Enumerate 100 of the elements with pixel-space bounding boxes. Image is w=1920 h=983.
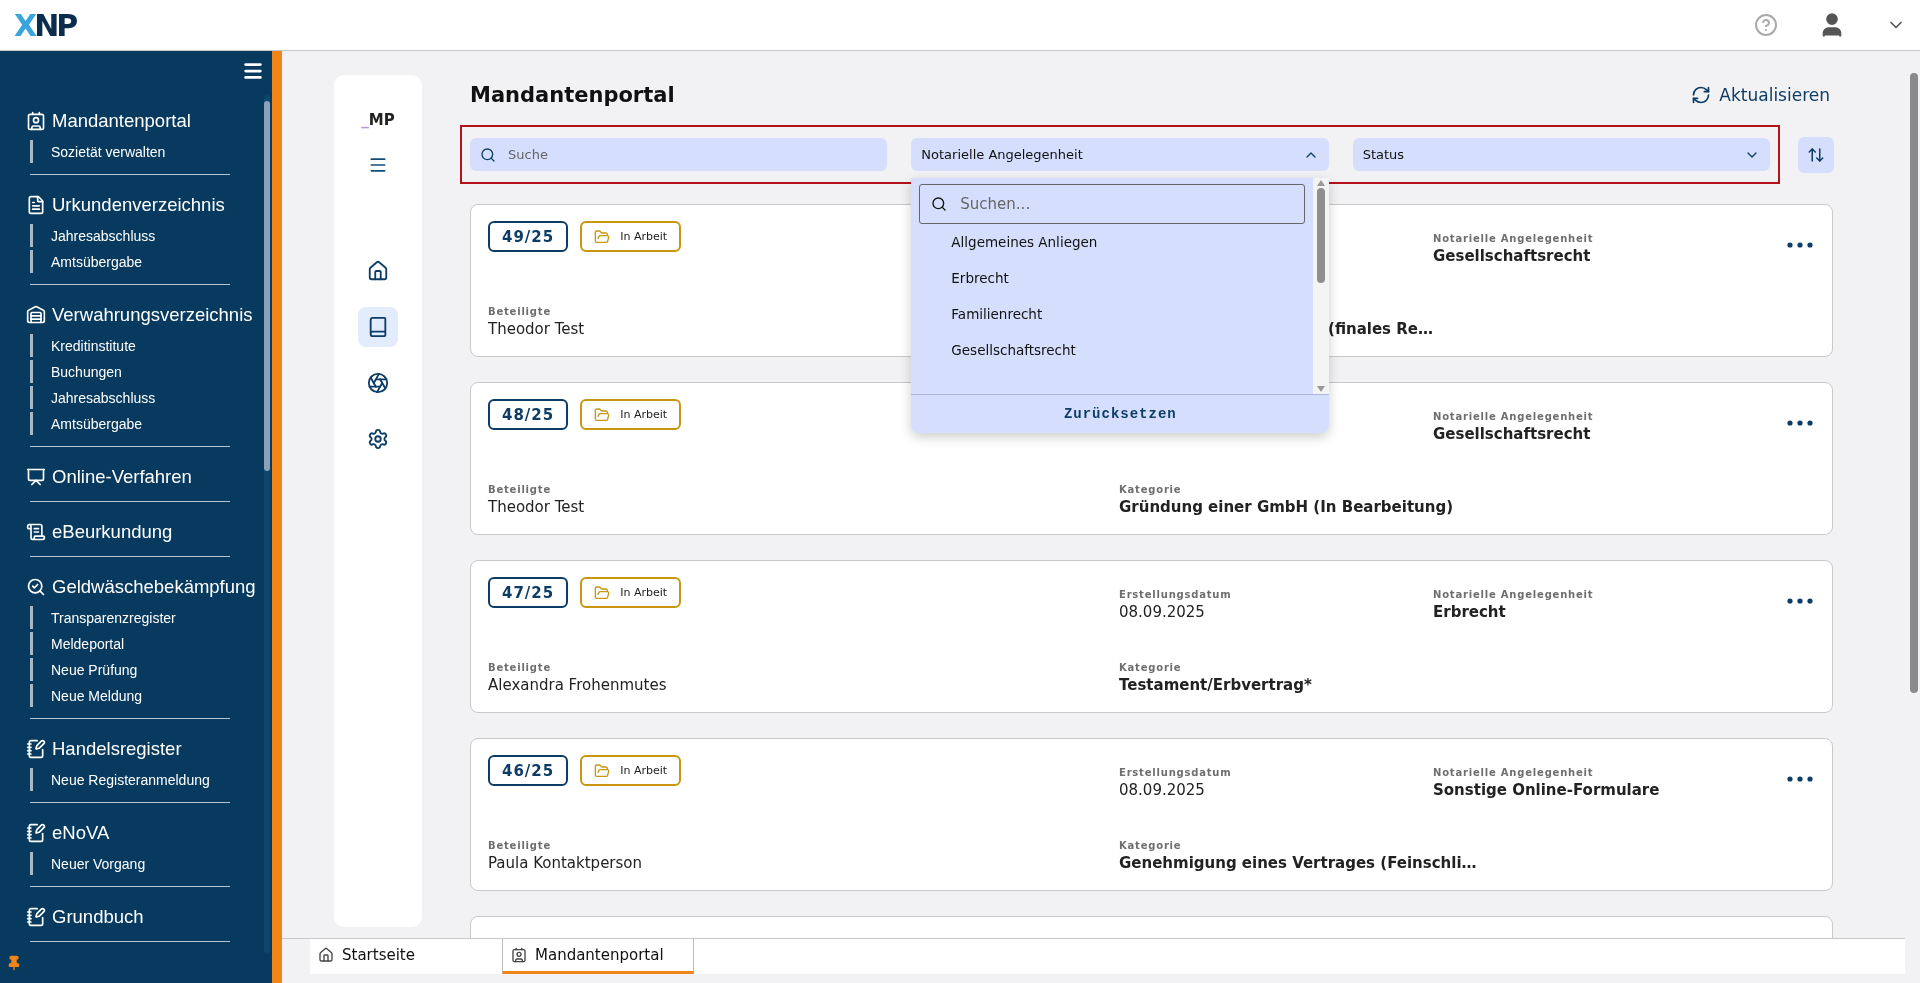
aperture-icon (367, 372, 389, 394)
more-icon (1787, 598, 1813, 604)
field-value: Theodor Test (488, 498, 585, 516)
triangle-up-icon (1317, 180, 1326, 186)
sidebar-item[interactable]: Buchungen (30, 360, 230, 383)
more-icon (1787, 420, 1813, 426)
sidebar-item[interactable]: Kreditinstitute (30, 334, 230, 357)
field-label: Beteiligte (488, 306, 551, 317)
help-icon (1754, 13, 1778, 37)
sidebar-section[interactable]: Grundbuch (26, 901, 260, 933)
scrollbar-thumb[interactable] (264, 101, 270, 471)
field-value: Paula Kontaktperson (488, 854, 643, 872)
status-select[interactable]: Status (1352, 138, 1770, 171)
sidebar-section[interactable]: Online-Verfahren (26, 461, 260, 493)
field-label: Beteiligte (488, 484, 551, 495)
case-number: 46/25 (488, 755, 569, 786)
field-label: Notarielle Angelegenheit (1433, 233, 1594, 244)
field-value: Gesellschaftsrecht (1433, 425, 1591, 443)
field-label: Kategorie (1119, 662, 1182, 673)
status-text: In Arbeit (620, 408, 668, 421)
field-label: Beteiligte (488, 662, 551, 673)
folder-icon (594, 584, 611, 601)
status-text: In Arbeit (620, 230, 668, 243)
sidebar-item[interactable]: Sozietät verwalten (30, 140, 230, 163)
sort-icon (1807, 145, 1825, 164)
sidebar-section[interactable]: Handelsregister (26, 733, 260, 765)
menu-button[interactable] (368, 155, 388, 175)
magnifier-icon (26, 577, 46, 597)
menu-icon (242, 60, 264, 82)
scroll-icon (26, 522, 46, 542)
search-icon (480, 146, 496, 163)
dropdown-option[interactable]: Familienrecht (919, 296, 1306, 332)
sidebar-item[interactable]: Jahresabschluss (30, 386, 230, 409)
field-value: Genehmigung eines Vertrages (Feinschli… (1119, 854, 1477, 872)
settings-icon (367, 428, 389, 450)
sidebar-item[interactable]: Neue Prüfung (30, 658, 230, 681)
scrollbar-thumb[interactable] (1317, 188, 1326, 283)
book-icon (367, 316, 389, 338)
field-value: 08.09.2025 (1119, 781, 1205, 799)
field-value: 08.09.2025 (1119, 603, 1205, 621)
notebook-pen-icon (26, 739, 46, 759)
folder-icon (594, 762, 611, 779)
sidebar-item[interactable]: Amtsübergabe (30, 250, 230, 273)
dropdown-search-field[interactable]: Suchen... (919, 184, 1306, 224)
sidebar-section[interactable]: eNoVA (26, 817, 260, 849)
sidebar-item[interactable]: Neue Meldung (30, 684, 230, 707)
sidebar-section[interactable]: Geldwäschebekämpfung (26, 571, 260, 603)
status-text: In Arbeit (620, 764, 668, 777)
field-label: Erstellungsdatum (1119, 767, 1232, 778)
field-value: (finales Re… (1328, 320, 1433, 338)
status-text: In Arbeit (620, 586, 668, 599)
menu-icon (368, 155, 388, 175)
menu-button[interactable] (242, 60, 264, 82)
logo: XNP (14, 7, 76, 43)
field-value: Theodor Test (488, 320, 585, 338)
scrollbar-thumb[interactable] (1910, 73, 1918, 693)
pin-icon[interactable] (6, 955, 22, 971)
sidebar-item[interactable]: Meldeportal (30, 632, 230, 655)
field-label: Notarielle Angelegenheit (1433, 589, 1594, 600)
search-field[interactable]: Suche (470, 138, 888, 171)
sidebar-item[interactable]: Neuer Vorgang (30, 852, 230, 875)
tab[interactable]: Startseite (310, 939, 502, 974)
home-icon (318, 947, 334, 963)
field-label: Erstellungsdatum (1119, 589, 1232, 600)
field-value: Gesellschaftsrecht (1433, 247, 1591, 265)
id-card-icon (511, 947, 527, 963)
triangle-down-icon (1317, 386, 1326, 392)
field-value: Gründung einer GmbH (In Bearbeitung) (1119, 498, 1453, 516)
sidebar-item[interactable]: Neue Registeranmeldung (30, 768, 230, 791)
book-button[interactable] (358, 307, 398, 347)
document-icon (26, 195, 46, 215)
presentation-icon (26, 467, 46, 487)
sidebar-section[interactable]: Verwahrungsverzeichnis (26, 299, 260, 331)
sidebar-item[interactable]: Amtsübergabe (30, 412, 230, 435)
dropdown-option[interactable]: Erbrecht (919, 260, 1306, 296)
field-label: Kategorie (1119, 840, 1182, 851)
field-value: Alexandra Frohenmutes (488, 676, 667, 694)
dropdown-option[interactable]: Gesellschaftsrecht (919, 332, 1306, 368)
case-number: 47/25 (488, 577, 569, 608)
app-logo: _MP (361, 111, 395, 129)
matter-select[interactable]: Notarielle Angelegenheit (911, 138, 1329, 171)
sidebar-section[interactable]: Urkundenverzeichnis (26, 189, 260, 221)
sidebar-item[interactable]: Transparenzregister (30, 606, 230, 629)
field-label: Beteiligte (488, 840, 551, 851)
field-value: Testament/Erbvertrag* (1119, 676, 1312, 694)
field-value: Erbrecht (1433, 603, 1506, 621)
sidebar-item[interactable]: Jahresabschluss (30, 224, 230, 247)
dropdown-option[interactable]: Allgemeines Anliegen (919, 224, 1306, 260)
folder-icon (594, 228, 611, 245)
sort-button[interactable] (1798, 136, 1834, 173)
tab[interactable]: Mandantenportal (502, 939, 694, 974)
refresh-button[interactable]: Aktualisieren (1691, 85, 1830, 105)
page-title: Mandantenportal (470, 83, 675, 107)
more-icon (1787, 776, 1813, 782)
field-label: Notarielle Angelegenheit (1433, 411, 1594, 422)
sidebar-section[interactable]: Mandantenportal (26, 105, 260, 137)
case-number: 48/25 (488, 399, 569, 430)
field-label: Notarielle Angelegenheit (1433, 767, 1594, 778)
case-number: 49/25 (488, 221, 569, 252)
sidebar-section[interactable]: eBeurkundung (26, 516, 260, 548)
